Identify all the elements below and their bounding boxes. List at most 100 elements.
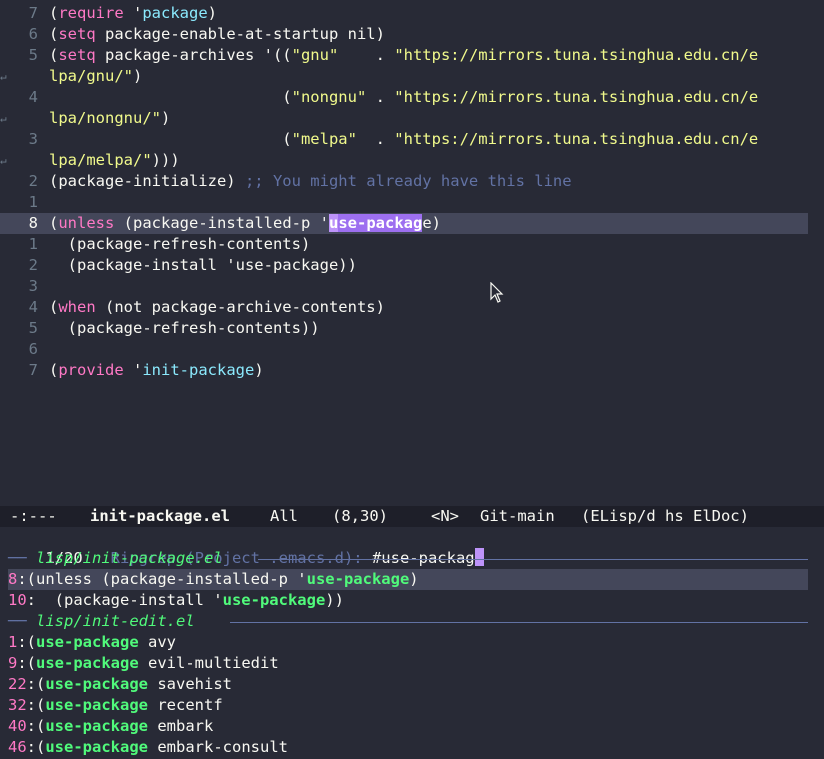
line-number: 4	[28, 298, 38, 316]
code-line[interactable]: 2 (package-install 'use-package))	[0, 255, 808, 276]
group-file-name: lisp/init-package.el	[36, 549, 223, 567]
code-token: )	[254, 361, 264, 379]
result-item[interactable]: 1:(use-package avy	[8, 632, 808, 653]
line-number: 7	[28, 361, 38, 379]
line-wrap-icon: ↵	[0, 112, 7, 125]
string-token: "https://mirrors.tuna.tsinghua.edu.cn/e	[394, 130, 759, 148]
line-number: 3	[28, 277, 38, 295]
code-token: package-enable-at-startup nil)	[95, 25, 385, 43]
result-text: :(unless (package-installed-p '	[17, 570, 307, 588]
code-token: '	[123, 361, 143, 379]
string-token: "melpa"	[291, 130, 357, 148]
selected-result[interactable]: 8:(unless (package-installed-p 'use-pack…	[8, 569, 808, 590]
result-line-number: 40	[8, 717, 27, 735]
result-item[interactable]: 46:(use-package embark-consult	[8, 737, 808, 758]
result-text-tail: avy	[138, 633, 176, 651]
code-text: (package-refresh-contents))	[49, 318, 320, 339]
string-token: "gnu"	[291, 46, 339, 64]
editor-window[interactable]: 7 (require 'package) 6 (setq package-enable…	[0, 0, 824, 506]
buffer-state: -:---	[10, 507, 57, 525]
code-line[interactable]: 3	[0, 276, 808, 297]
code-text: (package-initialize) ;; You might alread…	[49, 171, 572, 192]
result-item[interactable]: 10: (package-install 'use-package))	[8, 590, 808, 611]
minibuffer[interactable]: 1/20 Ripgrep (Project .emacs.d): #use-pa…	[0, 527, 824, 759]
code-token: (not package-archive-contents)	[95, 298, 385, 316]
mouse-pointer-icon	[490, 282, 504, 303]
result-text-tail: recentf	[148, 696, 223, 714]
code-line[interactable]: 4 ("nongnu" . "https://mirrors.tuna.tsin…	[0, 87, 808, 108]
line-number: 1	[28, 235, 38, 253]
code-line[interactable]: 3 ("melpa" . "https://mirrors.tuna.tsing…	[0, 129, 808, 150]
code-line[interactable]: 7 (require 'package)	[0, 3, 808, 24]
code-text: (setq package-enable-at-startup nil)	[49, 24, 385, 45]
code-token: package-archives '((	[95, 46, 292, 64]
result-match: use-package	[36, 633, 139, 651]
code-line[interactable]: 6	[0, 339, 808, 360]
result-item[interactable]: 40:(use-package embark	[8, 716, 808, 737]
current-code-line[interactable]: 8 (unless (package-installed-p 'use-packa…	[0, 213, 808, 234]
result-text: :(	[26, 738, 46, 756]
code-text: (package-refresh-contents)	[49, 234, 311, 255]
buffer-position: All	[270, 507, 298, 525]
symbol-token: init-package	[142, 361, 255, 379]
code-line[interactable]: 7 (provide 'init-package)	[0, 360, 808, 381]
string-token: lpa/melpa/"	[49, 151, 152, 169]
code-line[interactable]: 6 (setq package-enable-at-startup nil)	[0, 24, 808, 45]
keyword-token: provide	[58, 361, 124, 379]
code-line[interactable]: 5 (setq package-archives '(("gnu" . "http…	[0, 45, 808, 66]
code-token: '	[123, 4, 143, 22]
buffer-name[interactable]: init-package.el	[90, 506, 230, 527]
code-line[interactable]: ↵ lpa/gnu/")	[0, 66, 808, 87]
line-number: 6	[28, 25, 38, 43]
code-text: (when (not package-archive-contents)	[49, 297, 385, 318]
result-item[interactable]: 32:(use-package recentf	[8, 695, 808, 716]
search-highlight: u	[328, 214, 339, 232]
code-line[interactable]: 1 (package-refresh-contents)	[0, 234, 808, 255]
result-line-number: 10	[8, 591, 27, 609]
cursor-position: (8,30)	[332, 507, 388, 525]
code-line[interactable]: ↵ lpa/nongnu/")	[0, 108, 808, 129]
code-text: (package-install 'use-package))	[49, 255, 357, 276]
code-token: )	[133, 67, 143, 85]
line-number: 2	[28, 172, 38, 190]
evil-state: <N>	[431, 507, 459, 525]
code-line[interactable]: 2 (package-initialize) ;; You might alrea…	[0, 171, 808, 192]
result-text-tail: evil-multiedit	[138, 654, 279, 672]
result-text: :(	[17, 633, 37, 651]
code-text: lpa/gnu/")	[49, 66, 142, 87]
result-text: :(	[17, 654, 37, 672]
code-token: (package-initialize)	[49, 172, 245, 190]
keyword-token: when	[58, 298, 96, 316]
result-line-number: 9	[8, 654, 18, 672]
code-token: e)	[422, 214, 441, 232]
result-line-number: 8	[8, 570, 18, 588]
group-divider: ──	[8, 549, 36, 567]
result-text: :(	[26, 675, 46, 693]
line-number: 6	[28, 340, 38, 358]
result-item[interactable]: 9:(use-package evil-multiedit	[8, 653, 808, 674]
keyword-token: setq	[58, 25, 96, 43]
comment-token: ;; You might already have this line	[244, 172, 572, 190]
major-minor-modes[interactable]: (ELisp/d hs ElDoc)	[581, 506, 749, 527]
result-text-tail: )	[409, 570, 419, 588]
symbol-token: package	[142, 4, 208, 22]
result-item[interactable]: 22:(use-package savehist	[8, 674, 808, 695]
minibuffer-prompt[interactable]: 1/20 Ripgrep (Project .emacs.d): #use-pa…	[8, 527, 808, 567]
code-line[interactable]: ↵ lpa/melpa/")))	[0, 150, 808, 171]
code-token: (	[49, 46, 59, 64]
result-text: : (package-install '	[26, 591, 223, 609]
group-divider: ──	[8, 612, 36, 630]
code-token: (package-refresh-contents)	[49, 235, 311, 253]
group-file-name: lisp/init-edit.el	[36, 612, 195, 630]
keyword-token: require	[58, 4, 124, 22]
line-wrap-icon: ↵	[0, 154, 7, 167]
code-line[interactable]: 5 (package-refresh-contents))	[0, 318, 808, 339]
code-text: ("melpa" . "https://mirrors.tuna.tsinghu…	[49, 129, 758, 150]
group-rule	[230, 622, 808, 623]
vc-branch[interactable]: Git-main	[480, 506, 555, 527]
code-line[interactable]: 1	[0, 192, 808, 213]
code-token: (	[49, 361, 59, 379]
code-line[interactable]: 4 (when (not package-archive-contents)	[0, 297, 808, 318]
code-token: .	[338, 46, 395, 64]
line-number: 4	[28, 88, 38, 106]
